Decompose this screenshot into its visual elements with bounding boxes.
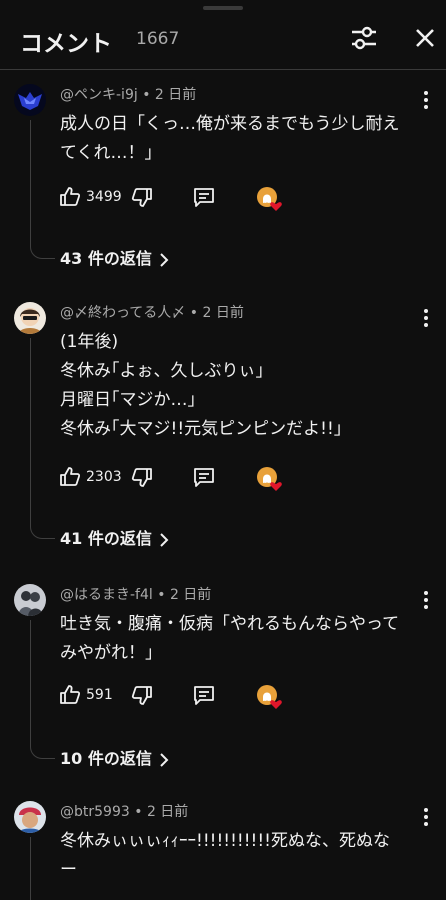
- comment-icon: [194, 686, 214, 705]
- comment-line: ー: [60, 860, 77, 880]
- comment-icon: [194, 468, 214, 487]
- comment-icon: [194, 188, 214, 207]
- comment-age: 2 日前: [202, 305, 244, 321]
- thumb-down-icon: [131, 188, 152, 207]
- thumb-down-icon: [131, 468, 152, 487]
- chevron-right-icon: [160, 752, 169, 767]
- comment-line: てくれ…！」: [60, 143, 162, 163]
- comment-line: 冬休みぃぃぃｨｨｰｰ!!!!!!!!!!!死ぬな、死ぬな: [60, 831, 390, 851]
- comment-thread: @〆終わってる人〆 • 2 日前 (1年後) 冬休み｢よぉ、久しぶりぃ｣ 月曜日…: [0, 290, 446, 570]
- replies-label: 41 件の返信: [60, 529, 152, 548]
- comment-age: 2 日前: [146, 804, 189, 820]
- replies-label: 10 件の返信: [60, 749, 152, 768]
- author-name[interactable]: @btr5993: [60, 804, 130, 820]
- view-replies-button[interactable]: 43 件の返信: [60, 245, 170, 271]
- reply-button[interactable]: [192, 185, 218, 211]
- more-button[interactable]: [414, 805, 438, 829]
- reply-button[interactable]: [192, 465, 218, 491]
- author-name[interactable]: @ペンキ-i9j: [60, 87, 138, 103]
- comment-text: 成人の日「くっ…俺が来るまでもう少し耐え てくれ…！」: [60, 110, 420, 168]
- thread-line: [30, 120, 55, 259]
- like-count: 2303: [86, 469, 122, 485]
- thread-line: [30, 620, 55, 759]
- creator-heart-icon: [255, 683, 285, 713]
- author-name[interactable]: @はるまき-f4l: [60, 587, 153, 603]
- like-button[interactable]: 2303: [58, 463, 128, 493]
- comment-line: 冬休み｢よぉ、久しぶりぃ｣: [60, 361, 264, 381]
- comment-meta: @btr5993 • 2 日前: [60, 804, 189, 820]
- comment-actions: 591: [58, 681, 438, 711]
- comment-thread: @btr5993 • 2 日前 冬休みぃぃぃｨｨｰｰ!!!!!!!!!!!死ぬな…: [0, 789, 446, 900]
- comment-age: 2 日前: [169, 587, 212, 603]
- comment-line: みやがれ！」: [60, 643, 162, 663]
- comment-text: (1年後) 冬休み｢よぉ、久しぶりぃ｣ 月曜日｢マジか…｣ 冬休み｢大マジ!!元…: [60, 328, 420, 444]
- comment-thread: @ペンキ-i9j • 2 日前 成人の日「くっ…俺が来るまでもう少し耐え てくれ…: [0, 72, 446, 282]
- thumb-up-icon: [60, 467, 81, 486]
- comment-meta: @はるまき-f4l • 2 日前: [60, 587, 212, 603]
- tune-icon: [352, 26, 376, 50]
- like-button[interactable]: 3499: [58, 183, 128, 213]
- more-vert-icon: [424, 591, 428, 609]
- creator-heart-icon: [255, 465, 285, 495]
- comment-line: 成人の日「くっ…俺が来るまでもう少し耐え: [60, 114, 400, 134]
- more-vert-icon: [424, 309, 428, 327]
- reply-button[interactable]: [192, 683, 218, 709]
- thread-line: [30, 837, 55, 900]
- comment-actions: 2303: [58, 463, 438, 493]
- avatar[interactable]: [14, 801, 46, 833]
- more-button[interactable]: [414, 588, 438, 612]
- more-button[interactable]: [414, 88, 438, 112]
- comment-actions: 3499: [58, 183, 438, 213]
- more-button[interactable]: [414, 306, 438, 330]
- chevron-right-icon: [160, 532, 169, 547]
- dislike-button[interactable]: [130, 683, 156, 709]
- comments-header: コメント 1667: [0, 0, 446, 70]
- replies-label: 43 件の返信: [60, 249, 152, 268]
- comment-meta: @〆終わってる人〆 • 2 日前: [60, 305, 244, 321]
- author-name[interactable]: @〆終わってる人〆: [60, 305, 185, 321]
- comment-line: 吐き気・腹痛・仮病「やれるもんならやって: [60, 614, 400, 634]
- close-icon: [416, 29, 434, 47]
- comment-count: 1667: [136, 29, 180, 49]
- comment-thread: @はるまき-f4l • 2 日前 吐き気・腹痛・仮病「やれるもんならやって みや…: [0, 572, 446, 782]
- like-count: 3499: [86, 189, 122, 205]
- chevron-right-icon: [160, 252, 169, 267]
- thumb-up-icon: [60, 685, 81, 704]
- creator-heart-icon: [255, 185, 285, 215]
- avatar[interactable]: [14, 302, 46, 334]
- comment-age: 2 日前: [154, 87, 197, 103]
- comment-line: 月曜日｢マジか…｣: [60, 390, 196, 410]
- more-vert-icon: [424, 91, 428, 109]
- comment-meta: @ペンキ-i9j • 2 日前: [60, 87, 197, 103]
- avatar[interactable]: [14, 84, 46, 116]
- comment-text: 吐き気・腹痛・仮病「やれるもんならやって みやがれ！」: [60, 610, 420, 668]
- comment-line: 冬休み｢大マジ!!元気ピンピンだよ!!｣: [60, 419, 343, 439]
- page-title: コメント: [20, 31, 112, 57]
- view-replies-button[interactable]: 10 件の返信: [60, 745, 170, 771]
- like-count: 591: [86, 687, 113, 703]
- like-button[interactable]: 591: [58, 681, 128, 711]
- comment-text: 冬休みぃぃぃｨｨｰｰ!!!!!!!!!!!死ぬな、死ぬな ー: [60, 827, 420, 885]
- comment-line: (1年後): [60, 332, 119, 352]
- close-button[interactable]: [409, 22, 441, 54]
- filter-button[interactable]: [348, 22, 380, 54]
- view-replies-button[interactable]: 41 件の返信: [60, 525, 170, 551]
- more-vert-icon: [424, 808, 428, 826]
- thumb-up-icon: [60, 187, 81, 206]
- thumb-down-icon: [131, 686, 152, 705]
- dislike-button[interactable]: [130, 185, 156, 211]
- avatar[interactable]: [14, 584, 46, 616]
- dislike-button[interactable]: [130, 465, 156, 491]
- thread-line: [30, 338, 55, 539]
